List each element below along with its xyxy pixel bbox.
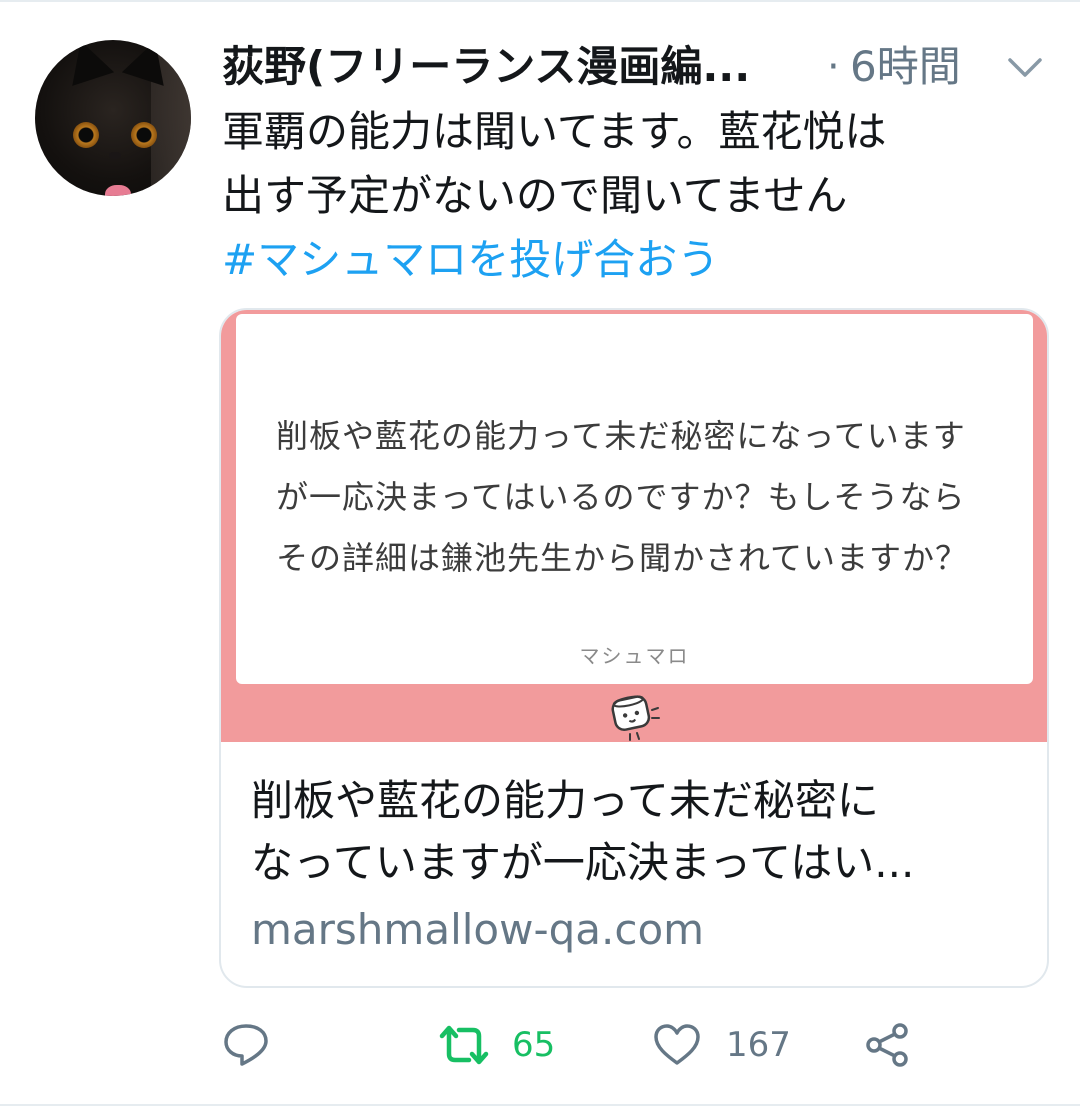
author-display-name[interactable]: 荻野(フリーランス漫画編...: [222, 38, 750, 96]
retweet-icon: [439, 1025, 489, 1065]
reply-icon: [224, 1024, 268, 1066]
card-domain: marshmallow-qa.com: [251, 905, 705, 954]
top-divider: [0, 0, 1080, 2]
question-line: が一応決まってはいるのですか？もしそうなら: [276, 478, 966, 516]
question-box: 削板や藍花の能力って未だ秘密になっています が一応決まってはいるのですか？もしそ…: [236, 314, 1033, 684]
cat-tongue: [105, 185, 131, 196]
author-avatar[interactable]: [35, 40, 191, 196]
question-line: 削板や藍花の能力って未だ秘密になっています: [276, 417, 966, 455]
tweet-timestamp[interactable]: 6時間: [850, 38, 961, 96]
tweet-body: 軍覇の能力は聞いてます。藍花悦は 出す予定がないので聞いてません #マシュマロを…: [222, 100, 1042, 292]
bottom-divider: [0, 1104, 1080, 1106]
retweet-button[interactable]: 65: [436, 1010, 576, 1080]
hashtag-link[interactable]: #マシュマロを投げ合おう: [222, 228, 1042, 292]
card-title-line: なっていますが一応決まってはい...: [251, 838, 915, 887]
share-button[interactable]: [864, 1010, 924, 1080]
header-separator: ·: [827, 44, 840, 90]
tweet-header: 荻野(フリーランス漫画編... · 6時間: [222, 38, 1052, 96]
tweet-text-line: 出す予定がないので聞いてません: [222, 171, 848, 220]
marshmallow-mascot-icon: [604, 690, 664, 742]
tweet-actions: 65 167: [0, 1010, 1080, 1080]
card-image: 削板や藍花の能力って未だ秘密になっています が一応決まってはいるのですか？もしそ…: [221, 310, 1047, 742]
heart-icon: [654, 1024, 700, 1065]
like-button[interactable]: 167: [652, 1010, 802, 1080]
question-text: 削板や藍花の能力って未だ秘密になっています が一応決まってはいるのですか？もしそ…: [276, 406, 1006, 589]
cat-left-eye: [73, 122, 99, 148]
cat-right-eye: [131, 122, 157, 148]
share-icon: [866, 1023, 908, 1067]
card-title-line: 削板や藍花の能力って未だ秘密に: [251, 776, 879, 825]
brand-label: マシュマロ: [579, 644, 690, 668]
reply-button[interactable]: [222, 1010, 282, 1080]
like-count: 167: [726, 1025, 791, 1065]
chevron-down-icon[interactable]: [1002, 50, 1048, 84]
retweet-count: 65: [512, 1025, 556, 1065]
tweet-text-line: 軍覇の能力は聞いてます。藍花悦は: [222, 107, 887, 156]
link-card[interactable]: 削板や藍花の能力って未だ秘密になっています が一応決まってはいるのですか？もしそ…: [219, 308, 1049, 988]
card-title: 削板や藍花の能力って未だ秘密に なっていますが一応決まってはい...: [251, 770, 1031, 894]
question-line: その詳細は鎌池先生から聞かされていますか？: [276, 539, 969, 577]
